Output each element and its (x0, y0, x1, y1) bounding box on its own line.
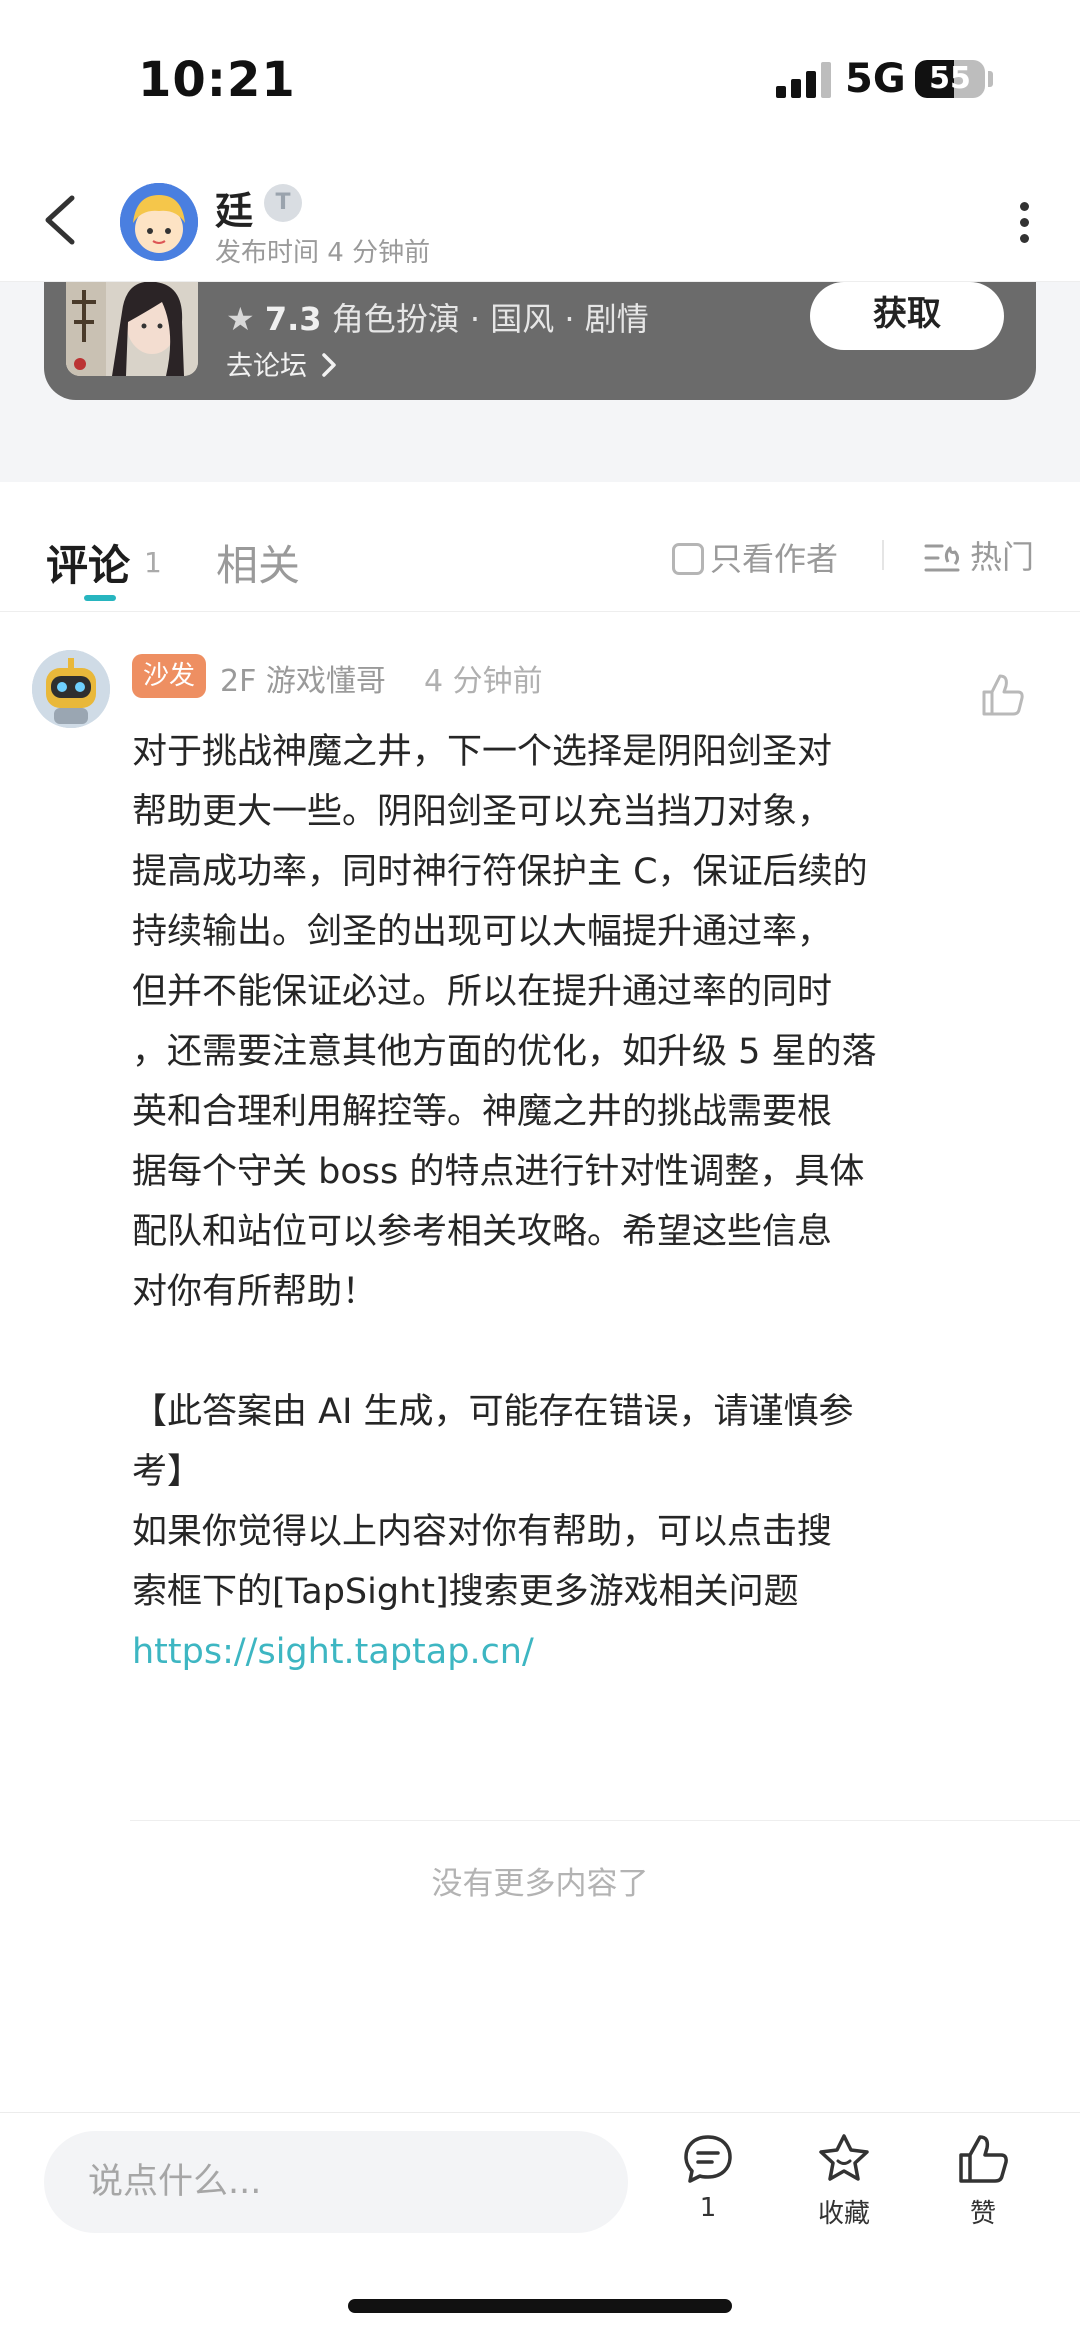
more-dot (1019, 234, 1029, 243)
comment-line: 配队和站位可以参考相关攻略。希望这些信息 (132, 1212, 833, 1252)
chevron-left-icon (45, 195, 75, 245)
back-button[interactable] (38, 190, 84, 250)
checkbox-icon (672, 543, 704, 575)
more-options-button[interactable] (1010, 198, 1038, 248)
comment-floor-user[interactable]: 2F 游戏懂哥 (220, 656, 386, 700)
battery-level: 55 (929, 61, 971, 96)
publish-time: 发布时间 4 分钟前 (215, 238, 431, 268)
comment-line: 持续输出。剑圣的出现可以大幅提升通过率， (132, 912, 833, 952)
tab-related[interactable]: 相关 (216, 532, 300, 593)
signal-strength-icon (776, 62, 836, 98)
comment-line: 对于挑战神魔之井，下一个选择是阴阳剑圣对 (132, 732, 833, 772)
game-card[interactable]: ★ 7.3 角色扮演 · 国风 · 剧情 去论坛 获取 (44, 282, 1036, 400)
comment-line: 如果你觉得以上内容对你有帮助，可以点击搜 (132, 1512, 833, 1552)
star-icon: ★ (226, 300, 255, 338)
network-type: 5G (845, 56, 906, 102)
favorite-button[interactable]: 收藏 (794, 2131, 894, 2230)
comment-line: 帮助更大一些。阴阳剑圣可以充当挡刀对象， (132, 792, 833, 832)
robot-avatar-icon (32, 650, 110, 728)
comment-line: 对你有所帮助！ (132, 1272, 378, 1312)
comment-line: ，还需要注意其他方面的优化，如升级 5 星的落 (132, 1032, 877, 1072)
author-avatar[interactable] (120, 183, 198, 261)
comment-input[interactable]: 说点什么... (44, 2131, 628, 2233)
chevron-right-icon (321, 353, 336, 377)
favorite-label: 收藏 (817, 2199, 870, 2229)
get-game-button[interactable]: 获取 (810, 282, 1004, 350)
comment-line: 英和合理利用解控等。神魔之井的挑战需要根 (132, 1092, 833, 1132)
tab-comments-count: 1 (144, 546, 162, 579)
forum-link[interactable]: 去论坛 (226, 344, 338, 383)
post-detail-screen: 10:21 5G 55 廷 T 发布时间 4 分钟前 ★ 7.3 角色扮演 · … (0, 0, 1080, 2341)
status-time: 10:21 (138, 52, 296, 108)
thumbs-up-icon (959, 2135, 1008, 2183)
active-tab-indicator (84, 595, 116, 601)
comments-count: 1 (699, 2193, 717, 2223)
game-cover-image (66, 282, 198, 376)
more-dot (1019, 218, 1029, 227)
comment-line: 但并不能保证必过。所以在提升通过率的同时 (132, 972, 833, 1012)
comments-button[interactable]: 1 (658, 2131, 758, 2223)
post-header: 廷 T 发布时间 4 分钟前 (0, 150, 1080, 282)
comment-like-button[interactable] (980, 672, 1026, 718)
like-button[interactable]: 赞 (933, 2131, 1033, 2230)
avatar-illustration (120, 183, 198, 261)
comment-bubble-icon (684, 2135, 732, 2183)
comment-time: 4 分钟前 (424, 664, 543, 699)
author-name[interactable]: 廷 (215, 180, 253, 235)
tapsight-link[interactable]: https://sight.taptap.cn/ (132, 1622, 962, 1682)
comment-tabs: 评论 1 相关 只看作者 热门 (0, 482, 1080, 612)
comment-line: 索框下的[TapSight]搜索更多游戏相关问题 (132, 1572, 799, 1612)
sort-hot-button[interactable]: 热门 (922, 532, 1034, 578)
comment-line: 据每个守关 boss 的特点进行针对性调整，具体 (132, 1152, 865, 1192)
game-rating: 7.3 (264, 300, 322, 338)
like-label: 赞 (969, 2199, 996, 2229)
divider (130, 1820, 1080, 1821)
comment-line: 【此答案由 AI 生成，可能存在错误，请谨慎参 (132, 1392, 854, 1432)
divider (882, 540, 884, 570)
tab-comments[interactable]: 评论 (46, 532, 130, 593)
battery-tip (988, 71, 993, 87)
home-indicator[interactable] (348, 2299, 732, 2313)
more-dot (1019, 202, 1029, 211)
status-bar: 10:21 5G 55 (0, 0, 1080, 150)
game-tags: 角色扮演 · 国风 · 剧情 (331, 300, 649, 338)
game-rating-tags: ★ 7.3 角色扮演 · 国风 · 剧情 (226, 294, 649, 340)
no-more-content: 没有更多内容了 (431, 1866, 649, 1902)
sort-icon (924, 544, 960, 572)
author-only-toggle[interactable]: 只看作者 (672, 534, 838, 578)
forum-link-label: 去论坛 (226, 351, 307, 382)
sofa-badge: 沙发 (132, 654, 206, 698)
battery-icon: 55 (915, 60, 985, 98)
thumbs-up-icon (982, 674, 1024, 716)
author-level-badge: T (264, 184, 302, 222)
comment-body: 对于挑战神魔之井，下一个选择是阴阳剑圣对 帮助更大一些。阴阳剑圣可以充当挡刀对象… (132, 722, 962, 1682)
author-only-label: 只看作者 (710, 540, 839, 578)
favorite-star-icon (819, 2134, 869, 2181)
sort-hot-label: 热门 (970, 538, 1035, 576)
commenter-avatar[interactable] (32, 650, 110, 728)
comment-line: 提高成功率，同时神行符保护主 C，保证后续的 (132, 852, 868, 892)
comment-line: 考】 (132, 1452, 203, 1492)
comment-line (132, 1322, 962, 1382)
